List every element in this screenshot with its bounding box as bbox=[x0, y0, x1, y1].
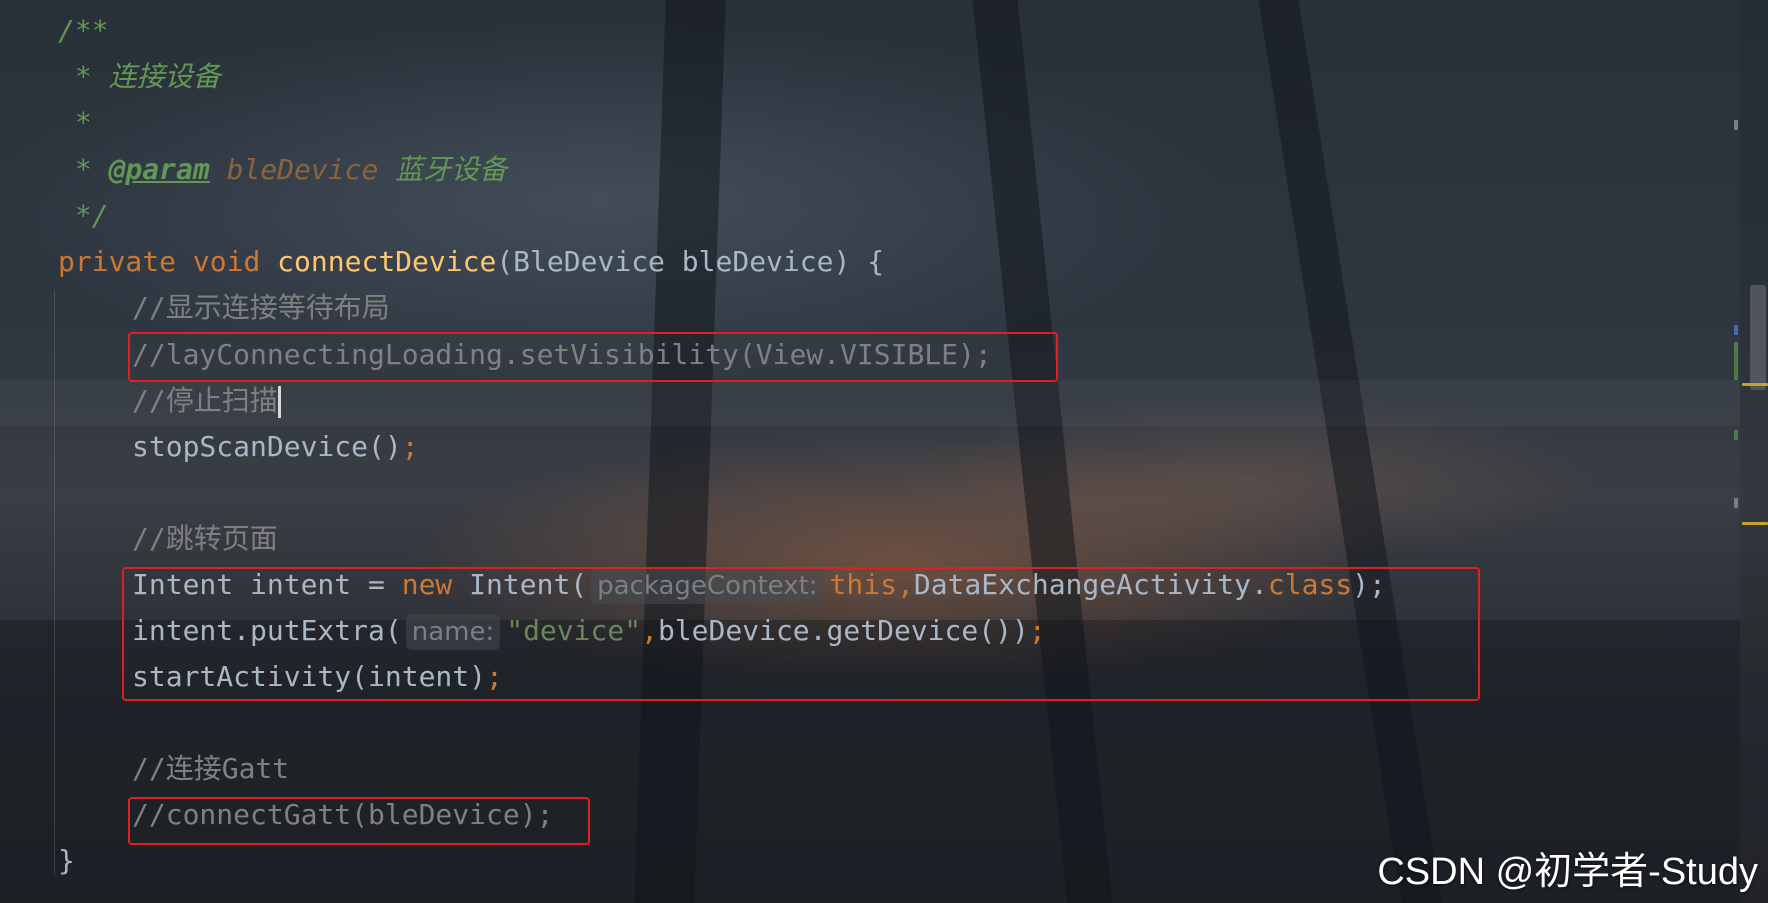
scrollbar-thumb[interactable] bbox=[1750, 285, 1766, 390]
get-device-call: bleDevice.getDevice()) bbox=[657, 614, 1029, 647]
code-line-1: /** bbox=[58, 14, 109, 47]
code-line-15: //连接Gatt bbox=[132, 752, 290, 785]
keyword-this: this, bbox=[829, 568, 914, 601]
stop-scan-call[interactable]: stopScanDevice() bbox=[132, 430, 402, 463]
javadoc-prefix: * bbox=[58, 153, 109, 186]
code-line-5: */ bbox=[58, 199, 109, 232]
code-line-6: private void connectDevice(BleDevice ble… bbox=[58, 239, 884, 285]
keyword-private: private bbox=[58, 245, 177, 278]
intent-constructor: Intent( bbox=[452, 568, 588, 601]
code-line-3: * bbox=[58, 106, 92, 139]
keyword-void: void bbox=[192, 245, 261, 278]
error-stripe-marker bbox=[1742, 383, 1768, 386]
intent-decl: Intent intent = bbox=[132, 568, 402, 601]
method-signature: (BleDevice bleDevice) { bbox=[496, 245, 885, 278]
code-line-11: //跳转页面 bbox=[132, 522, 278, 555]
javadoc-param-name: bleDevice bbox=[226, 153, 379, 186]
intent-close: ); bbox=[1352, 568, 1386, 601]
code-line-8: //layConnectingLoading.setVisibility(Vie… bbox=[132, 338, 992, 371]
javadoc-space bbox=[210, 153, 227, 186]
code-line-10: stopScanDevice(); bbox=[132, 424, 419, 470]
comma: , bbox=[641, 614, 658, 647]
string-device: "device" bbox=[506, 614, 642, 647]
gutter-marker bbox=[1734, 498, 1738, 508]
text-caret bbox=[277, 386, 281, 418]
code-line-16: //connectGatt(bleDevice); bbox=[132, 798, 554, 831]
semicolon: ; bbox=[401, 430, 419, 463]
put-extra-call: intent.putExtra( bbox=[132, 614, 402, 647]
param-hint-package-context: packageContext: bbox=[591, 568, 824, 604]
code-line-17: } bbox=[58, 844, 75, 877]
gutter-marker bbox=[1734, 342, 1738, 380]
gutter-marker bbox=[1734, 430, 1738, 440]
semicolon: ; bbox=[1028, 614, 1046, 647]
csdn-watermark: CSDN @初学者-Study bbox=[1377, 851, 1758, 893]
param-hint-name: name: bbox=[405, 614, 501, 650]
keyword-new: new bbox=[401, 568, 453, 601]
code-area[interactable]: /** * 连接设备 * * @param bleDevice 蓝牙设备 */ … bbox=[0, 0, 1740, 903]
code-editor[interactable]: /** * 连接设备 * * @param bleDevice 蓝牙设备 */ … bbox=[0, 0, 1768, 903]
code-line-14: startActivity(intent); bbox=[132, 654, 503, 700]
code-line-4: * @param bleDevice 蓝牙设备 bbox=[58, 147, 507, 193]
comment-stop-scan: //停止扫描 bbox=[132, 384, 278, 417]
code-line-2: * 连接设备 bbox=[58, 60, 221, 93]
vertical-scrollbar[interactable] bbox=[1740, 0, 1768, 903]
javadoc-param-tag[interactable]: @param bbox=[109, 153, 210, 186]
keyword-class: class bbox=[1267, 568, 1353, 601]
code-line-9: //停止扫描 bbox=[132, 378, 281, 424]
javadoc-param-desc: 蓝牙设备 bbox=[378, 153, 508, 186]
semicolon: ; bbox=[486, 660, 503, 693]
code-line-7: //显示连接等待布局 bbox=[132, 291, 390, 324]
start-activity-call: startActivity(intent) bbox=[132, 660, 487, 693]
code-line-12: Intent intent = new Intent(packageContex… bbox=[132, 562, 1386, 608]
code-line-13: intent.putExtra(name: "device",bleDevice.… bbox=[132, 608, 1046, 654]
gutter-marker bbox=[1734, 325, 1738, 335]
activity-class-ref: DataExchangeActivity. bbox=[913, 568, 1268, 601]
method-name[interactable]: connectDevice bbox=[277, 245, 496, 278]
gutter-marker bbox=[1734, 120, 1738, 130]
error-stripe-marker bbox=[1742, 522, 1768, 525]
